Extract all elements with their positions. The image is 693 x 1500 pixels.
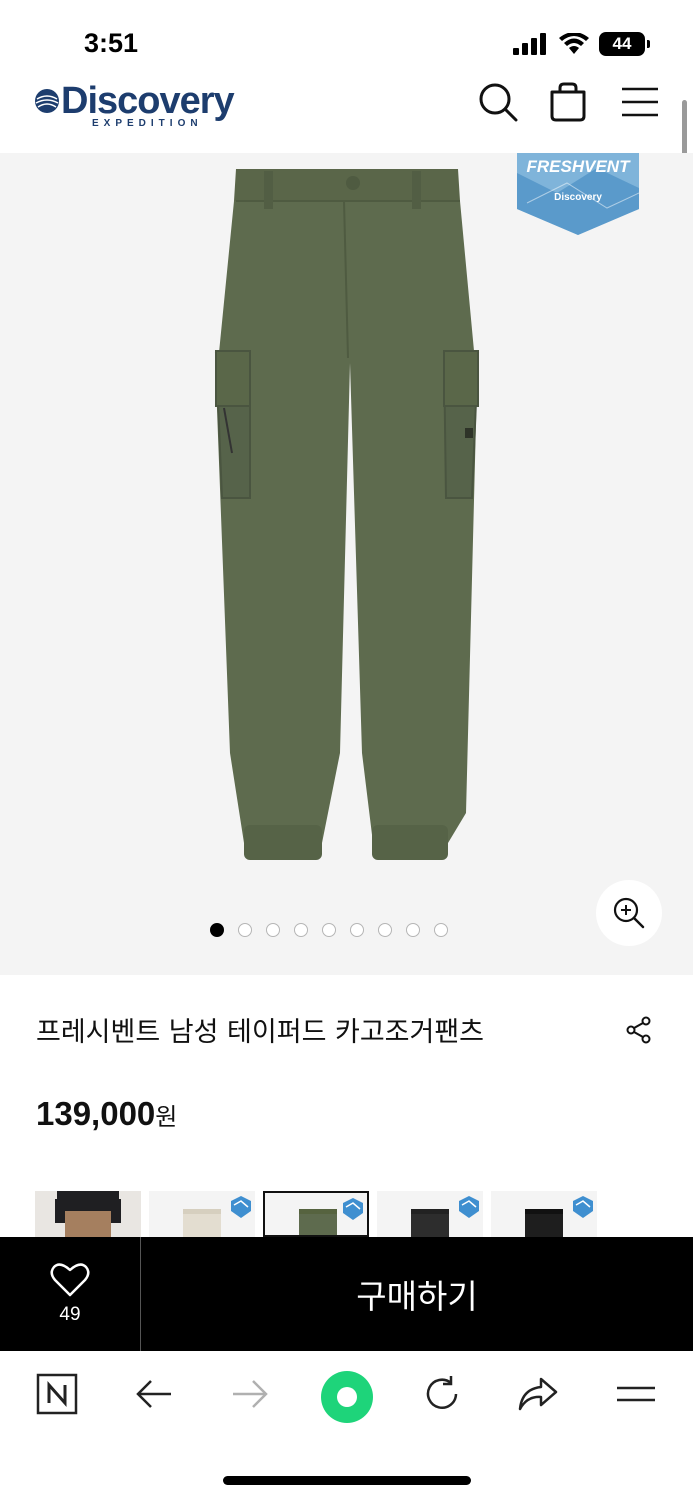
naver-icon[interactable] — [33, 1370, 81, 1418]
signal-icon — [513, 33, 546, 55]
product-name: 프레시벤트 남성 테이퍼드 카고조거팬츠 — [36, 1017, 485, 1048]
freshvent-mini-badge-icon — [343, 1198, 363, 1220]
home-icon[interactable] — [320, 1370, 374, 1424]
freshvent-mini-badge-icon — [459, 1196, 479, 1218]
hamburger-icon — [617, 1386, 655, 1402]
arrow-right-icon — [233, 1380, 268, 1408]
badge-title: FRESHVENT — [526, 157, 630, 176]
badge-brand: Discovery — [554, 192, 602, 203]
forward-icon[interactable] — [226, 1370, 274, 1418]
like-button[interactable]: 49 — [0, 1237, 140, 1351]
brand-logo[interactable]: Discovery EXPEDITION — [34, 80, 235, 129]
arrow-left-icon — [136, 1380, 171, 1408]
browser-menu-icon[interactable] — [612, 1370, 660, 1418]
search-icon[interactable] — [478, 82, 518, 122]
pagination-dot[interactable] — [238, 923, 252, 937]
color-option-beige[interactable] — [149, 1191, 255, 1237]
pagination-dot[interactable] — [350, 923, 364, 937]
model-thumbnail — [55, 1191, 121, 1237]
color-option-black[interactable] — [491, 1191, 597, 1237]
pagination-dot[interactable] — [210, 923, 224, 937]
forward-share-icon — [518, 1377, 558, 1411]
share-icon[interactable] — [626, 1016, 652, 1044]
shopping-bag-icon[interactable] — [548, 82, 588, 122]
freshvent-mini-badge-icon — [573, 1196, 593, 1218]
brand-name: Discovery — [61, 80, 235, 122]
pagination-dot[interactable] — [378, 923, 392, 937]
status-time: 3:51 — [84, 28, 139, 58]
pants-illustration — [214, 169, 480, 860]
wifi-icon — [559, 33, 589, 54]
naver-n-icon — [36, 1373, 78, 1415]
menu-icon[interactable] — [620, 82, 660, 122]
globe-logo-icon — [35, 89, 59, 113]
reload-icon — [426, 1376, 458, 1409]
color-option-charcoal[interactable] — [377, 1191, 483, 1237]
price-value: 139,000 — [36, 1095, 156, 1132]
like-count: 49 — [59, 1304, 81, 1325]
brand-subtitle: EXPEDITION — [92, 118, 203, 129]
price-unit: 원 — [155, 1103, 178, 1131]
refresh-icon[interactable] — [418, 1370, 466, 1418]
pagination-dot[interactable] — [266, 923, 280, 937]
back-icon[interactable] — [130, 1370, 178, 1418]
pagination-dot[interactable] — [322, 923, 336, 937]
share-page-icon[interactable] — [514, 1370, 562, 1418]
color-option-brown[interactable] — [35, 1191, 141, 1237]
home-indicator[interactable] — [223, 1476, 471, 1485]
color-option-khaki[interactable] — [263, 1191, 369, 1237]
pagination-dot[interactable] — [406, 923, 420, 937]
status-icons: 44 — [513, 32, 650, 56]
battery-indicator: 44 — [599, 32, 650, 56]
color-options — [35, 1191, 597, 1237]
buy-button[interactable]: 구매하기 — [141, 1237, 693, 1351]
image-pagination — [210, 923, 448, 937]
freshvent-mini-badge-icon — [231, 1196, 251, 1218]
pagination-dot[interactable] — [294, 923, 308, 937]
zoom-button[interactable] — [596, 880, 662, 946]
pagination-dot[interactable] — [434, 923, 448, 937]
zoom-in-icon — [613, 897, 645, 929]
heart-icon — [50, 1263, 90, 1297]
green-circle-icon — [321, 1371, 373, 1423]
product-price: 139,000원 — [36, 1095, 177, 1133]
product-image[interactable]: FRESHVENT Discovery — [0, 153, 693, 975]
